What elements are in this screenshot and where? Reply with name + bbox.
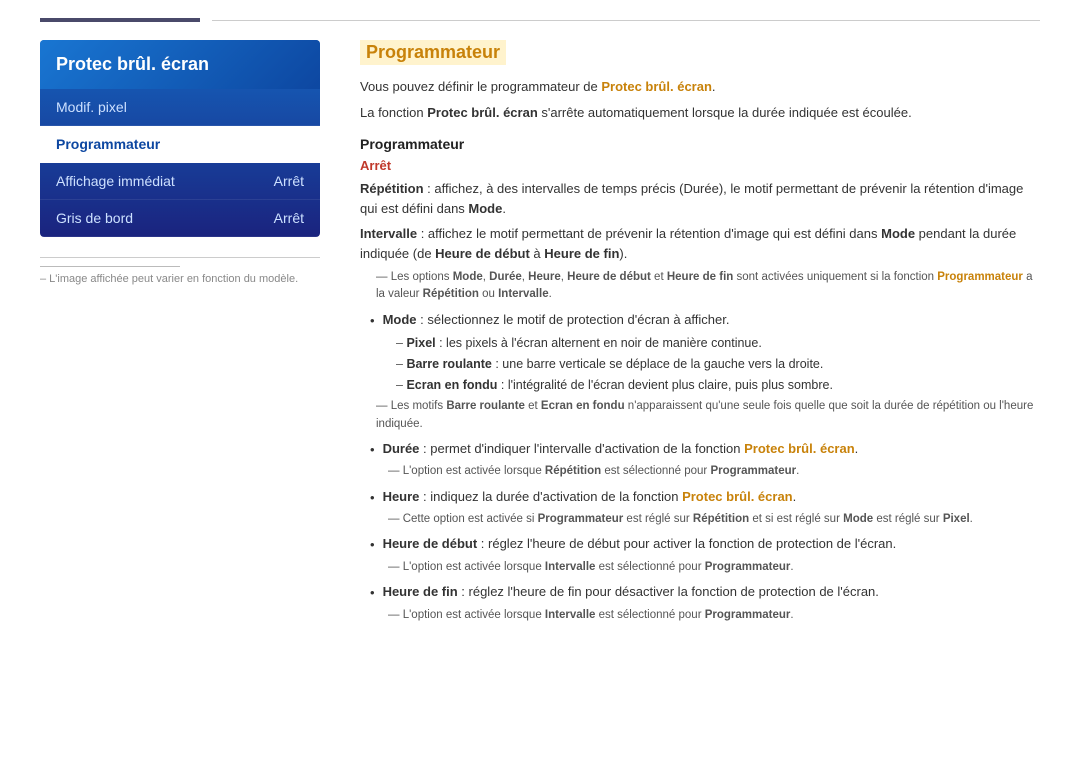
heure-fin-note: L'option est activée lorsque Intervalle …	[388, 607, 1040, 624]
heure-bullet: • Heure : indiquez la durée d'activation…	[370, 487, 1040, 508]
mode-bullet: • Mode : sélectionnez le motif de protec…	[370, 310, 1040, 331]
intervalle-line: Intervalle : affichez le motif permettan…	[360, 224, 1040, 263]
content-title: Programmateur	[360, 40, 506, 65]
top-bar	[0, 0, 1080, 22]
heure-debut-note: L'option est activée lorsque Intervalle …	[388, 559, 1040, 576]
duree-note: L'option est activée lorsque Répétition …	[388, 463, 1040, 480]
sidebar-box: Protec brûl. écran Modif. pixel Programm…	[40, 40, 320, 237]
mode-sub-ecran-en-fondu: Ecran en fondu : l'intégralité de l'écra…	[396, 376, 1040, 395]
intro-line-1: Vous pouvez définir le programmateur de …	[360, 77, 1040, 97]
top-bar-line-left	[40, 18, 200, 22]
note-options: Les options Mode, Durée, Heure, Heure de…	[376, 269, 1040, 304]
status-arret: Arrêt	[360, 158, 1040, 173]
duree-bullet: • Durée : permet d'indiquer l'intervalle…	[370, 439, 1040, 460]
section-heading-programmateur: Programmateur	[360, 136, 1040, 152]
sidebar-title: Protec brûl. écran	[40, 40, 320, 89]
top-bar-line-right	[212, 20, 1040, 21]
heure-debut-bullet: • Heure de début : réglez l'heure de déb…	[370, 534, 1040, 555]
heure-note: Cette option est activée si Programmateu…	[388, 511, 1040, 528]
heure-fin-bullet: • Heure de fin : réglez l'heure de fin p…	[370, 582, 1040, 603]
content-area: Programmateur Vous pouvez définir le pro…	[360, 40, 1040, 627]
main-layout: Protec brûl. écran Modif. pixel Programm…	[0, 40, 1080, 627]
sidebar-item-programmateur[interactable]: Programmateur	[40, 126, 320, 163]
sidebar-item-modif-pixel[interactable]: Modif. pixel	[40, 89, 320, 126]
mode-sub-barre-roulante: Barre roulante : une barre verticale se …	[396, 355, 1040, 374]
sidebar-note: – L'image affichée peut varier en foncti…	[40, 257, 320, 285]
repetition-line: Répétition : affichez, à des intervalles…	[360, 179, 1040, 218]
intro-line-2: La fonction Protec brûl. écran s'arrête …	[360, 103, 1040, 123]
note-motifs: Les motifs Barre roulante et Ecran en fo…	[376, 398, 1040, 433]
sidebar-note-divider	[40, 266, 180, 267]
sidebar-item-gris-de-bord[interactable]: Gris de bord Arrêt	[40, 200, 320, 237]
sidebar-item-affichage-immediat[interactable]: Affichage immédiat Arrêt	[40, 163, 320, 200]
sidebar: Protec brûl. écran Modif. pixel Programm…	[40, 40, 320, 627]
mode-sub-pixel: Pixel : les pixels à l'écran alternent e…	[396, 334, 1040, 353]
